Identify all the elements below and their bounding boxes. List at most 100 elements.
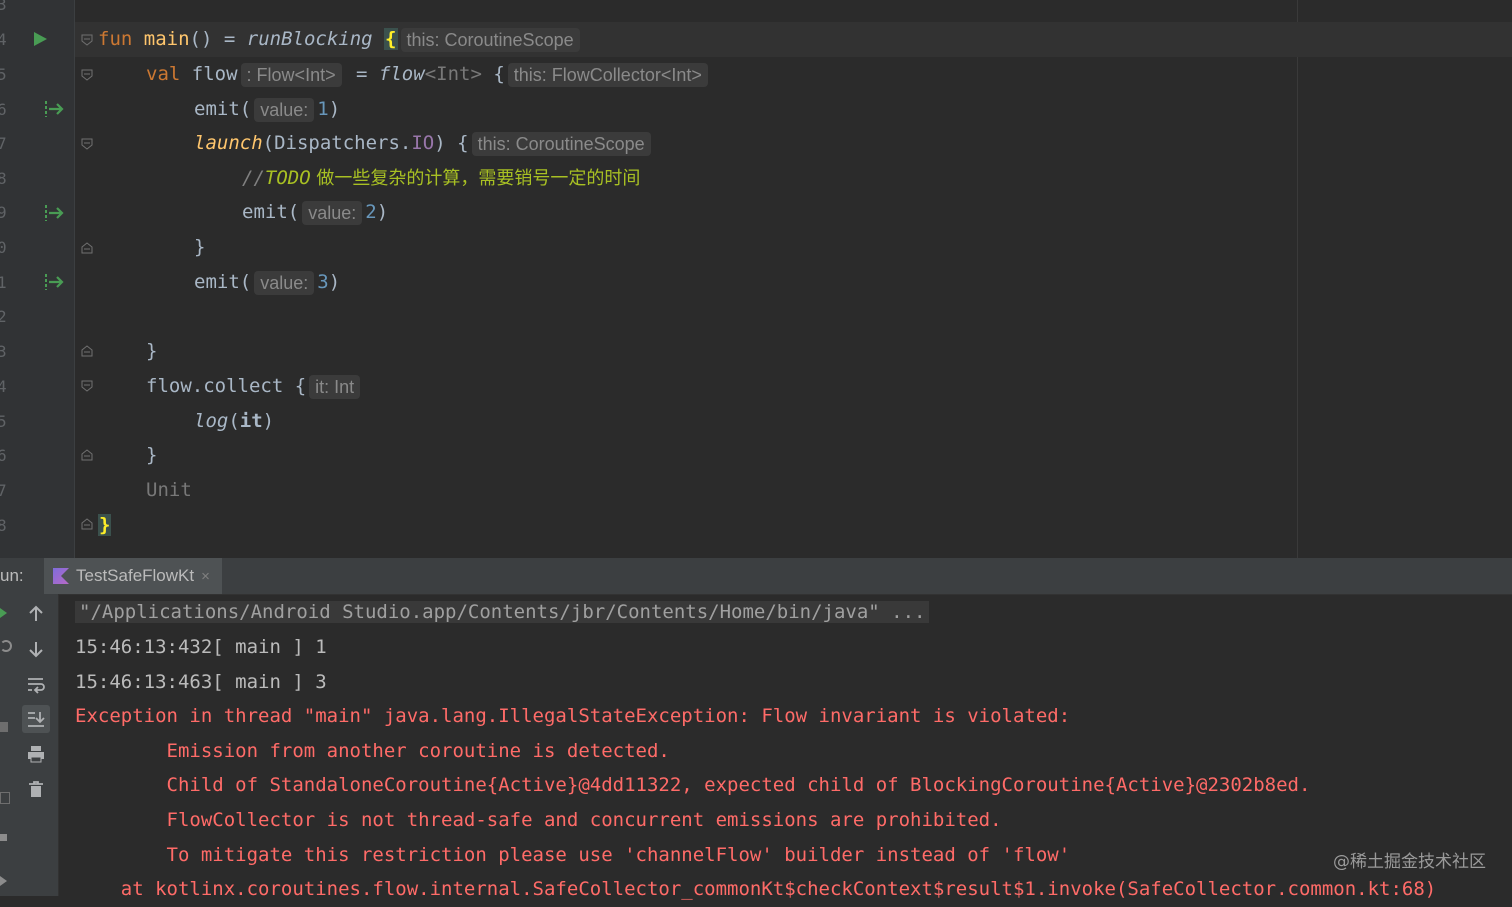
console-error-line: Exception in thread "main" java.lang.Ill… [75,705,1071,727]
run-tool-window: un: TestSafeFlowKt × "/Applications/Andr… [0,558,1512,900]
tab-title: TestSafeFlowKt [76,566,195,585]
up-arrow-icon[interactable] [22,600,50,628]
fold-close-icon[interactable] [81,242,93,254]
code-text: } [146,340,158,362]
code-text: ( [228,410,240,432]
function-call: runBlocking [246,28,373,50]
variable: flow [191,63,238,85]
code-line[interactable]: } [146,438,157,473]
keyword-it: it [239,410,263,432]
fold-close-icon[interactable] [81,518,93,530]
code-line[interactable]: //TODO 做一些复杂的计算，需要销号一定的时间 [242,161,640,196]
todo-comment: 做一些复杂的计算，需要销号一定的时间 [310,168,641,189]
code-line[interactable]: Unit [146,473,192,508]
suspend-call-icon [45,274,64,290]
pin-icon[interactable] [0,876,7,886]
console-error-line: To mitigate this restriction please use … [75,844,1071,866]
code-text: ) { [434,132,469,154]
console-line: 15:46:13:463[ main ] 3 [75,671,327,693]
trash-icon[interactable] [22,775,50,803]
code-text: ) [262,410,275,432]
console-output[interactable]: "/Applications/Android Studio.app/Conten… [75,594,1512,900]
implicit-return-hint: Unit [146,479,192,501]
keyword: val [146,63,181,85]
inlay-hint: value: [254,97,315,122]
soft-wrap-icon[interactable] [22,670,50,698]
console-line: 15:46:13:432[ main ] 1 [75,636,327,658]
inlay-hint: this: FlowCollector<Int> [507,62,708,87]
rerun-icon[interactable] [0,608,7,618]
code-text: } [194,236,206,258]
line-number: 0 [0,238,7,257]
code-line[interactable]: launch(Dispatchers.IO) {this: CoroutineS… [194,126,654,161]
watermark: @稀土掘金技术社区 [1333,852,1486,872]
code-line[interactable]: fun main() = runBlocking {this: Coroutin… [98,22,583,57]
code-editor[interactable]: 3 4 5 6 7 8 9 0 1 2 3 4 5 6 7 8 fun main… [0,0,1512,558]
todo-keyword: TODO [264,167,311,189]
code-line[interactable]: } [98,508,112,543]
run-main-icon[interactable] [34,32,47,46]
fold-open-icon[interactable] [81,69,93,81]
tab-testsafeflowkt[interactable]: TestSafeFlowKt × [44,558,222,594]
line-number: 4 [0,377,7,396]
code-line[interactable]: emit(value: 3) [194,265,340,300]
kotlin-file-icon [53,568,69,584]
fold-open-icon[interactable] [81,138,93,150]
code-line[interactable]: val flow: Flow<Int> = flow<Int> {this: F… [146,57,711,92]
close-icon[interactable]: × [201,568,210,585]
line-number: 3 [0,0,7,14]
left-action-strip [0,594,15,896]
code-text: flow.collect { [146,375,307,397]
function-call: flow [378,63,425,85]
inlay-hint: : Flow<Int> [240,62,342,87]
print-icon[interactable] [22,740,50,768]
console-error-line: Child of StandaloneCoroutine{Active}@4dd… [75,774,1311,796]
type-arg: <Int> [424,63,482,85]
scroll-to-end-icon[interactable] [22,705,50,733]
line-number: 6 [0,100,7,119]
function-call: launch [194,132,263,154]
fold-close-icon[interactable] [81,449,93,461]
number-literal: 1 [317,98,329,120]
inlay-hint: it: Int [309,374,361,399]
code-text: () = [189,28,247,50]
suspend-call-icon [45,205,64,221]
code-line[interactable]: emit(value: 2) [242,195,388,230]
code-line[interactable]: log(it) [194,404,274,439]
code-line[interactable]: emit(value: 1) [194,92,340,127]
fold-close-icon[interactable] [81,345,93,357]
gutter-divider [74,0,75,558]
console-error-line: Emission from another coroutine is detec… [75,740,670,762]
console-error-line: FlowCollector is not thread-safe and con… [75,809,1002,831]
function-call: emit( [194,271,252,293]
console-stack-line[interactable]: at kotlinx.coroutines.flow.internal.Safe… [75,872,1437,907]
line-number: 5 [0,65,7,84]
down-arrow-icon[interactable] [22,635,50,663]
line-number: 1 [0,273,7,292]
code-text: ) [328,98,341,120]
code-line[interactable]: flow.collect {it: Int [146,369,363,404]
line-number: 7 [0,134,7,153]
code-line[interactable]: } [194,230,205,265]
inlay-hint: value: [254,270,315,295]
line-number: 9 [0,203,7,222]
run-label: un: [0,566,24,585]
console-toolbar [15,594,59,896]
line-number: 6 [0,446,7,465]
line-number: 3 [0,342,7,361]
camera-icon[interactable] [0,722,8,732]
restart-icon[interactable] [0,640,12,652]
line-number: 5 [0,412,7,431]
code-line[interactable]: } [146,334,157,369]
line-number: 7 [0,481,7,500]
number-literal: 3 [317,271,329,293]
property: IO [411,132,435,154]
stop-icon[interactable] [0,834,7,841]
layout-icon[interactable] [0,792,10,804]
console-command[interactable]: "/Applications/Android Studio.app/Conten… [75,601,930,623]
fold-open-icon[interactable] [81,380,93,392]
suspend-call-icon [45,101,64,117]
fold-open-icon[interactable] [81,34,93,46]
comment: // [242,167,265,189]
line-number: 2 [0,307,7,326]
